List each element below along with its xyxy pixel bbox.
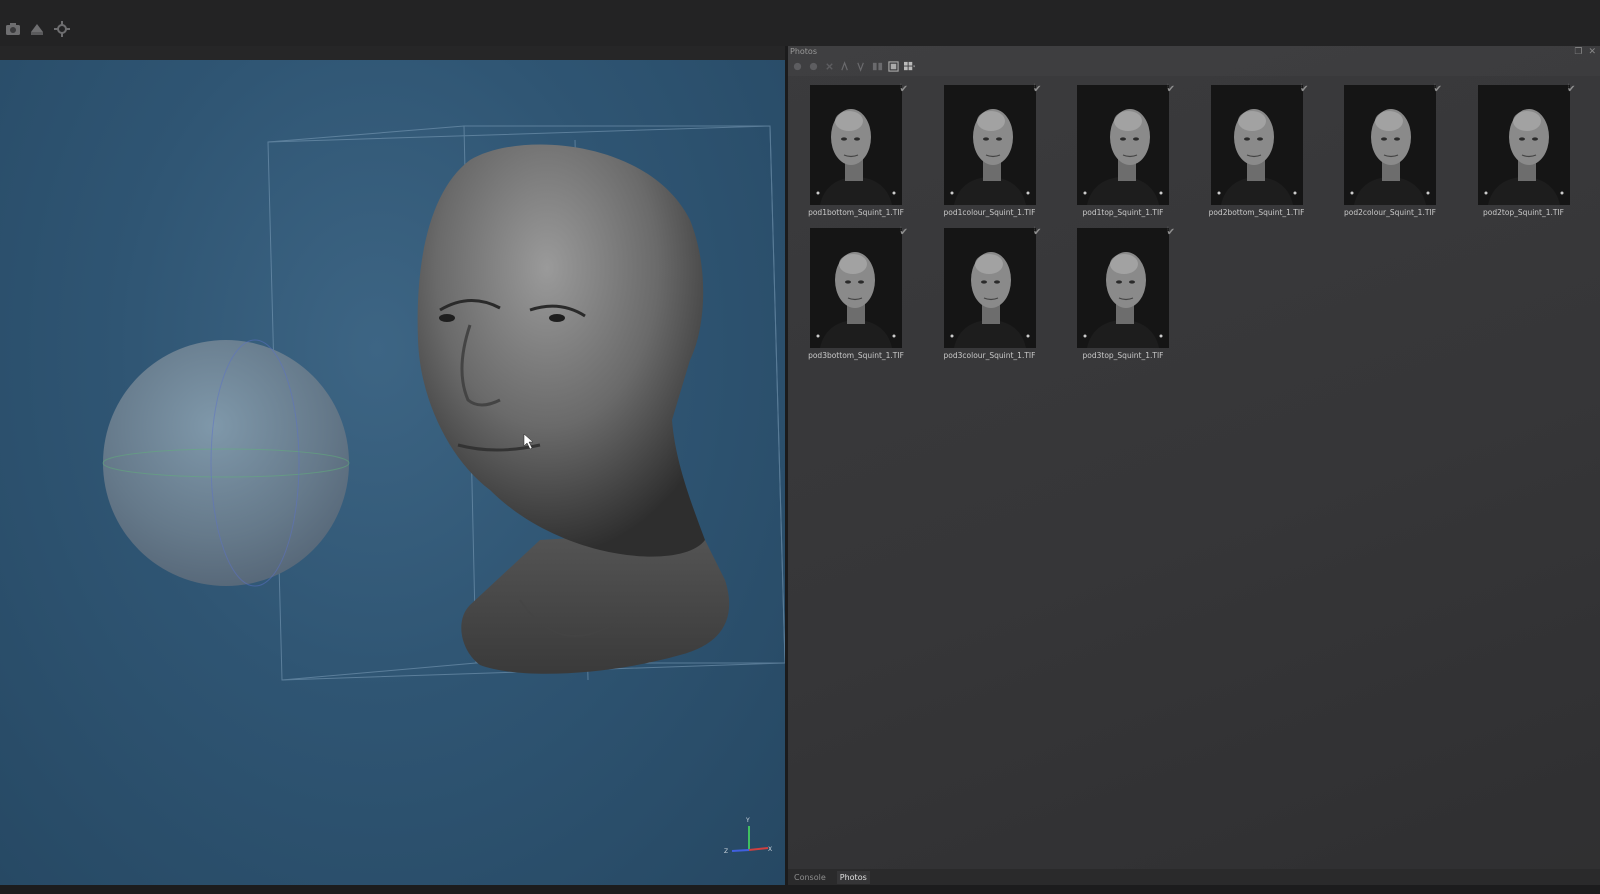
photo-image bbox=[1077, 228, 1169, 348]
photo-thumbnail[interactable]: ⋮ ✔ pod1bottom_Squint_1.TIF bbox=[788, 80, 908, 220]
axis-y-label: Y bbox=[745, 817, 750, 824]
photos-toolbar bbox=[788, 58, 1600, 74]
photo-thumbnail[interactable]: ⋮ ✔ pod3bottom_Squint_1.TIF bbox=[788, 223, 908, 363]
photo-grid: ⋮ ✔ pod1bottom_Squint_1.TIF ⋮ ✔ pod1colour_Sq… bbox=[788, 76, 1600, 869]
photo-thumbnail[interactable]: ⋮ ✔ pod3top_Squint_1.TIF bbox=[1055, 223, 1175, 363]
photo-caption: pod2bottom_Squint_1.TIF bbox=[1208, 208, 1305, 217]
target-icon[interactable] bbox=[53, 20, 71, 38]
head-mesh[interactable] bbox=[417, 144, 730, 674]
sort-alt-icon[interactable] bbox=[855, 60, 867, 72]
photo-caption: pod1colour_Squint_1.TIF bbox=[943, 208, 1036, 217]
scene-canvas[interactable]: Y Z X bbox=[0, 60, 785, 885]
axis-gizmo: Y Z X bbox=[724, 817, 772, 855]
axis-z-label: Z bbox=[724, 848, 728, 855]
photo-caption: pod2top_Squint_1.TIF bbox=[1483, 208, 1564, 217]
restore-icon[interactable]: ❐ bbox=[1574, 47, 1582, 57]
photo-thumbnail[interactable]: ⋮ ✔ pod3colour_Squint_1.TIF bbox=[922, 223, 1042, 363]
add-icon[interactable] bbox=[791, 60, 803, 72]
sort-icon[interactable] bbox=[839, 60, 851, 72]
bottom-tab-bar: Console Photos bbox=[788, 869, 1600, 885]
tab-console[interactable]: Console bbox=[791, 871, 829, 884]
check-icon[interactable]: ✔ bbox=[900, 84, 908, 95]
check-icon[interactable]: ✔ bbox=[1434, 84, 1442, 95]
photo-thumbnail[interactable]: ⋮ ✔ pod2bottom_Squint_1.TIF bbox=[1189, 80, 1309, 220]
photos-panel: Photos ❐ ✕ ⋮ ✔ pod1bottom_Squint_1.TIF ⋮ ✔ po… bbox=[788, 46, 1600, 869]
close-panel-icon[interactable]: ✕ bbox=[1588, 47, 1596, 57]
axis-x-label: X bbox=[768, 846, 772, 853]
check-icon[interactable]: ✔ bbox=[1033, 227, 1041, 238]
photo-caption: pod3top_Squint_1.TIF bbox=[1082, 351, 1164, 360]
top-toolbar bbox=[0, 0, 1600, 46]
photo-caption: pod1bottom_Squint_1.TIF bbox=[808, 208, 904, 217]
photo-image bbox=[1210, 85, 1303, 205]
photo-image bbox=[1077, 85, 1169, 205]
light-sphere[interactable] bbox=[102, 339, 350, 587]
photo-thumbnail[interactable]: ⋮ ✔ pod2colour_Squint_1.TIF bbox=[1322, 80, 1442, 220]
photo-caption: pod2colour_Squint_1.TIF bbox=[1344, 208, 1436, 217]
check-icon[interactable]: ✔ bbox=[1033, 84, 1041, 95]
group-icon[interactable] bbox=[871, 60, 883, 72]
photo-thumbnail[interactable]: ⋮ ✔ pod1top_Squint_1.TIF bbox=[1055, 80, 1175, 220]
check-icon[interactable]: ✔ bbox=[900, 227, 908, 238]
check-icon[interactable]: ✔ bbox=[1167, 84, 1175, 95]
photo-image bbox=[810, 85, 902, 205]
photo-image bbox=[943, 85, 1036, 205]
photo-caption: pod1top_Squint_1.TIF bbox=[1082, 208, 1164, 217]
photo-image bbox=[943, 228, 1036, 348]
check-icon[interactable]: ✔ bbox=[1567, 84, 1575, 95]
single-view-icon[interactable] bbox=[887, 60, 899, 72]
tab-photos[interactable]: Photos bbox=[836, 870, 870, 884]
photo-caption: pod3colour_Squint_1.TIF bbox=[943, 351, 1036, 360]
photo-thumbnail[interactable]: ⋮ ✔ pod1colour_Squint_1.TIF bbox=[922, 80, 1042, 220]
check-icon[interactable]: ✔ bbox=[1167, 227, 1175, 238]
close-icon[interactable] bbox=[823, 60, 835, 72]
photo-image bbox=[810, 228, 902, 348]
remove-icon[interactable] bbox=[807, 60, 819, 72]
status-strip bbox=[0, 885, 1600, 894]
camera-icon[interactable] bbox=[4, 20, 22, 38]
photo-image bbox=[1477, 85, 1570, 205]
layers-icon[interactable] bbox=[28, 20, 46, 38]
photo-image bbox=[1344, 85, 1436, 205]
photo-caption: pod3bottom_Squint_1.TIF bbox=[808, 351, 904, 360]
photo-thumbnail[interactable]: ⋮ ✔ pod2top_Squint_1.TIF bbox=[1456, 80, 1576, 220]
3d-viewport[interactable]: Y Z X bbox=[0, 60, 785, 885]
panel-title: Photos bbox=[790, 47, 817, 56]
check-icon[interactable]: ✔ bbox=[1300, 84, 1308, 95]
grid-view-icon[interactable] bbox=[903, 60, 915, 72]
